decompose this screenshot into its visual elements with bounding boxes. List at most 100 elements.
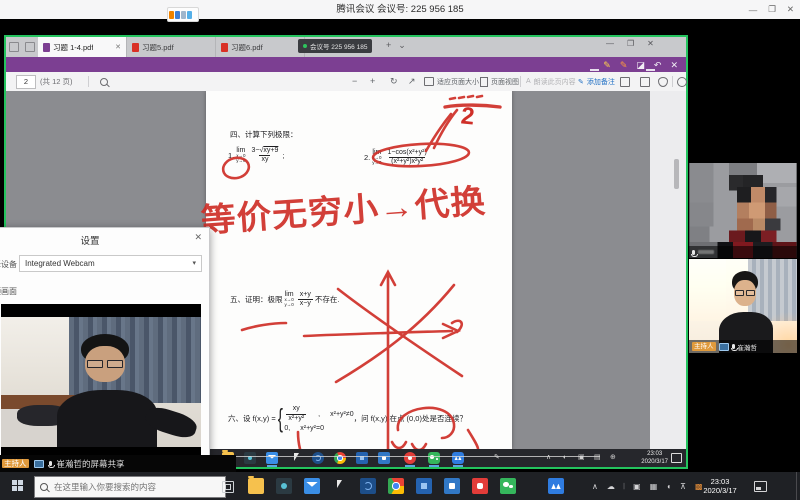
windows-start-icon[interactable] [12,480,23,491]
denominator: x²+y² [286,414,306,423]
notification-center-icon[interactable] [754,481,767,492]
office-app-icon[interactable] [356,452,368,464]
mic-icon [732,344,735,349]
problem-number: 2. [364,153,370,162]
eraser-icon[interactable]: ◪ [636,60,645,70]
question-6-text: 六、设 f(x,y) = [228,413,276,424]
page-view-button[interactable]: 页面视图 [480,72,519,91]
wechat-icon[interactable] [428,452,440,464]
maximize-icon[interactable]: ❐ [768,4,776,15]
read-aloud-button[interactable]: A 朗读此页内容 [526,72,576,91]
tab-label: 习题 1-4.pdf [53,42,93,53]
office-app-icon[interactable] [416,478,432,494]
store-icon[interactable] [276,478,292,494]
rotate-icon[interactable]: ↻ [390,72,398,91]
undo-icon[interactable]: ↶ [654,60,662,70]
task-view-icon[interactable] [222,481,234,493]
photos-icon[interactable]: ▣ [633,482,641,492]
active-tool-indicator [590,69,599,71]
close-icon[interactable]: ✕ [194,232,202,243]
punct: ; [282,151,284,160]
tencent-meeting-icon[interactable] [452,452,464,464]
search-icon[interactable] [100,78,108,86]
brace: { [277,403,282,434]
active-app-indicator [267,465,277,467]
zoom-out-icon[interactable]: − [352,72,357,91]
show-desktop-button[interactable] [796,472,800,500]
minimize-icon[interactable]: — [606,39,614,48]
meeting-title: 腾讯会议 会议号: 225 956 185 [0,0,800,19]
print-icon[interactable] [620,77,630,87]
camera-icon[interactable]: ▦ [650,482,658,492]
browser-icon[interactable] [360,478,376,494]
cursor-app-icon[interactable] [332,478,348,494]
read-aloud-icon: A [526,78,531,85]
meeting-app-icon[interactable] [472,478,488,494]
scrollbar-thumb[interactable] [674,159,679,189]
pdf-tab-3[interactable]: 习题6.pdf [216,37,305,57]
webcam-video [1,317,201,447]
close-icon[interactable]: ✕ [787,4,794,15]
notification-center-icon[interactable] [671,453,682,463]
input-method-toolbar[interactable] [167,7,199,22]
participant-video-2[interactable]: 主持人 崔瀚哲 [689,259,797,353]
screen-share-status-bar: 主持人 崔瀚哲的屏幕共享 [0,455,236,472]
mic-icon [49,461,52,466]
close-icon[interactable]: ✕ [647,39,654,48]
pdf-tab-active[interactable]: 习题 1-4.pdf ✕ [38,37,127,57]
zoom-in-icon[interactable]: + [370,72,375,91]
maximize-icon[interactable]: ❐ [627,39,634,48]
search-icon [40,483,48,491]
ime-mode-icon[interactable] [175,11,180,19]
save-icon[interactable] [640,77,650,87]
ime-logo-icon[interactable] [169,11,174,19]
page-count-label: (共 12 页) [40,72,73,91]
fit-page-button[interactable]: 适应页面大小 [424,72,479,91]
office-app-icon[interactable] [378,452,390,464]
office-app-icon[interactable] [444,478,460,494]
tab-close-icon[interactable]: ✕ [115,43,121,51]
tab-menu-icon[interactable]: ⌄ [398,40,406,51]
network-icon[interactable]: ⊕ [610,454,616,462]
mail-icon[interactable] [304,478,320,494]
network-icon[interactable]: ⊼ [680,482,686,492]
ime-settings-icon[interactable] [187,11,192,19]
add-note-button[interactable]: ✎ 添加备注 [578,72,615,91]
page-number-input[interactable]: 2 [16,75,36,89]
speaker-muted-icon[interactable]: ◖ [666,482,671,492]
camera-device-select[interactable]: Integrated Webcam ▾ [19,255,202,272]
browser-icon[interactable] [312,452,324,464]
search-input[interactable] [52,481,206,493]
window-nav-icon[interactable] [25,42,35,52]
fullscreen-icon[interactable]: ↗ [408,72,416,91]
pdf-tab-2[interactable]: 习题5.pdf [127,37,216,57]
close-annotation-icon[interactable]: ✕ [670,60,678,70]
tray-expand-icon[interactable]: ∧ [592,482,598,492]
date: 2020/3/17 [694,487,746,496]
ime-tool-icon[interactable] [181,11,186,19]
wall [689,259,726,321]
new-tab-icon[interactable]: + [386,40,391,51]
shared-clock[interactable]: 23:03 2020/3/17 [641,450,668,466]
meeting-floating-widget[interactable]: 会议号 225 956 185 [298,39,372,53]
cloud-icon[interactable]: ☁ [607,482,615,492]
chrome-icon[interactable] [334,452,346,464]
store-icon[interactable] [244,452,256,464]
minimize-icon[interactable]: — [749,5,758,15]
window-nav-icon[interactable] [9,42,19,52]
participant-video-1[interactable] [689,163,797,258]
highlighter-icon[interactable]: ✎ [620,60,628,70]
tencent-meeting-icon[interactable] [548,478,564,494]
mail-icon[interactable] [266,452,278,464]
taskbar-search[interactable] [34,476,226,498]
chrome-icon[interactable] [388,478,404,494]
question-5: 五、证明：极限 limx→0y→0 x+yx−y 不存在. [230,291,339,308]
file-explorer-icon[interactable] [248,478,264,494]
meeting-app-icon[interactable] [404,452,416,464]
protect-icon[interactable] [658,77,668,87]
pen-icon[interactable]: ✎ [603,60,611,70]
taskbar-clock[interactable]: 23:03 2020/3/17 [694,478,746,495]
pin-toolbar-icon[interactable] [677,77,687,87]
wechat-icon[interactable] [500,478,516,494]
cursor-app-icon[interactable] [290,452,302,464]
